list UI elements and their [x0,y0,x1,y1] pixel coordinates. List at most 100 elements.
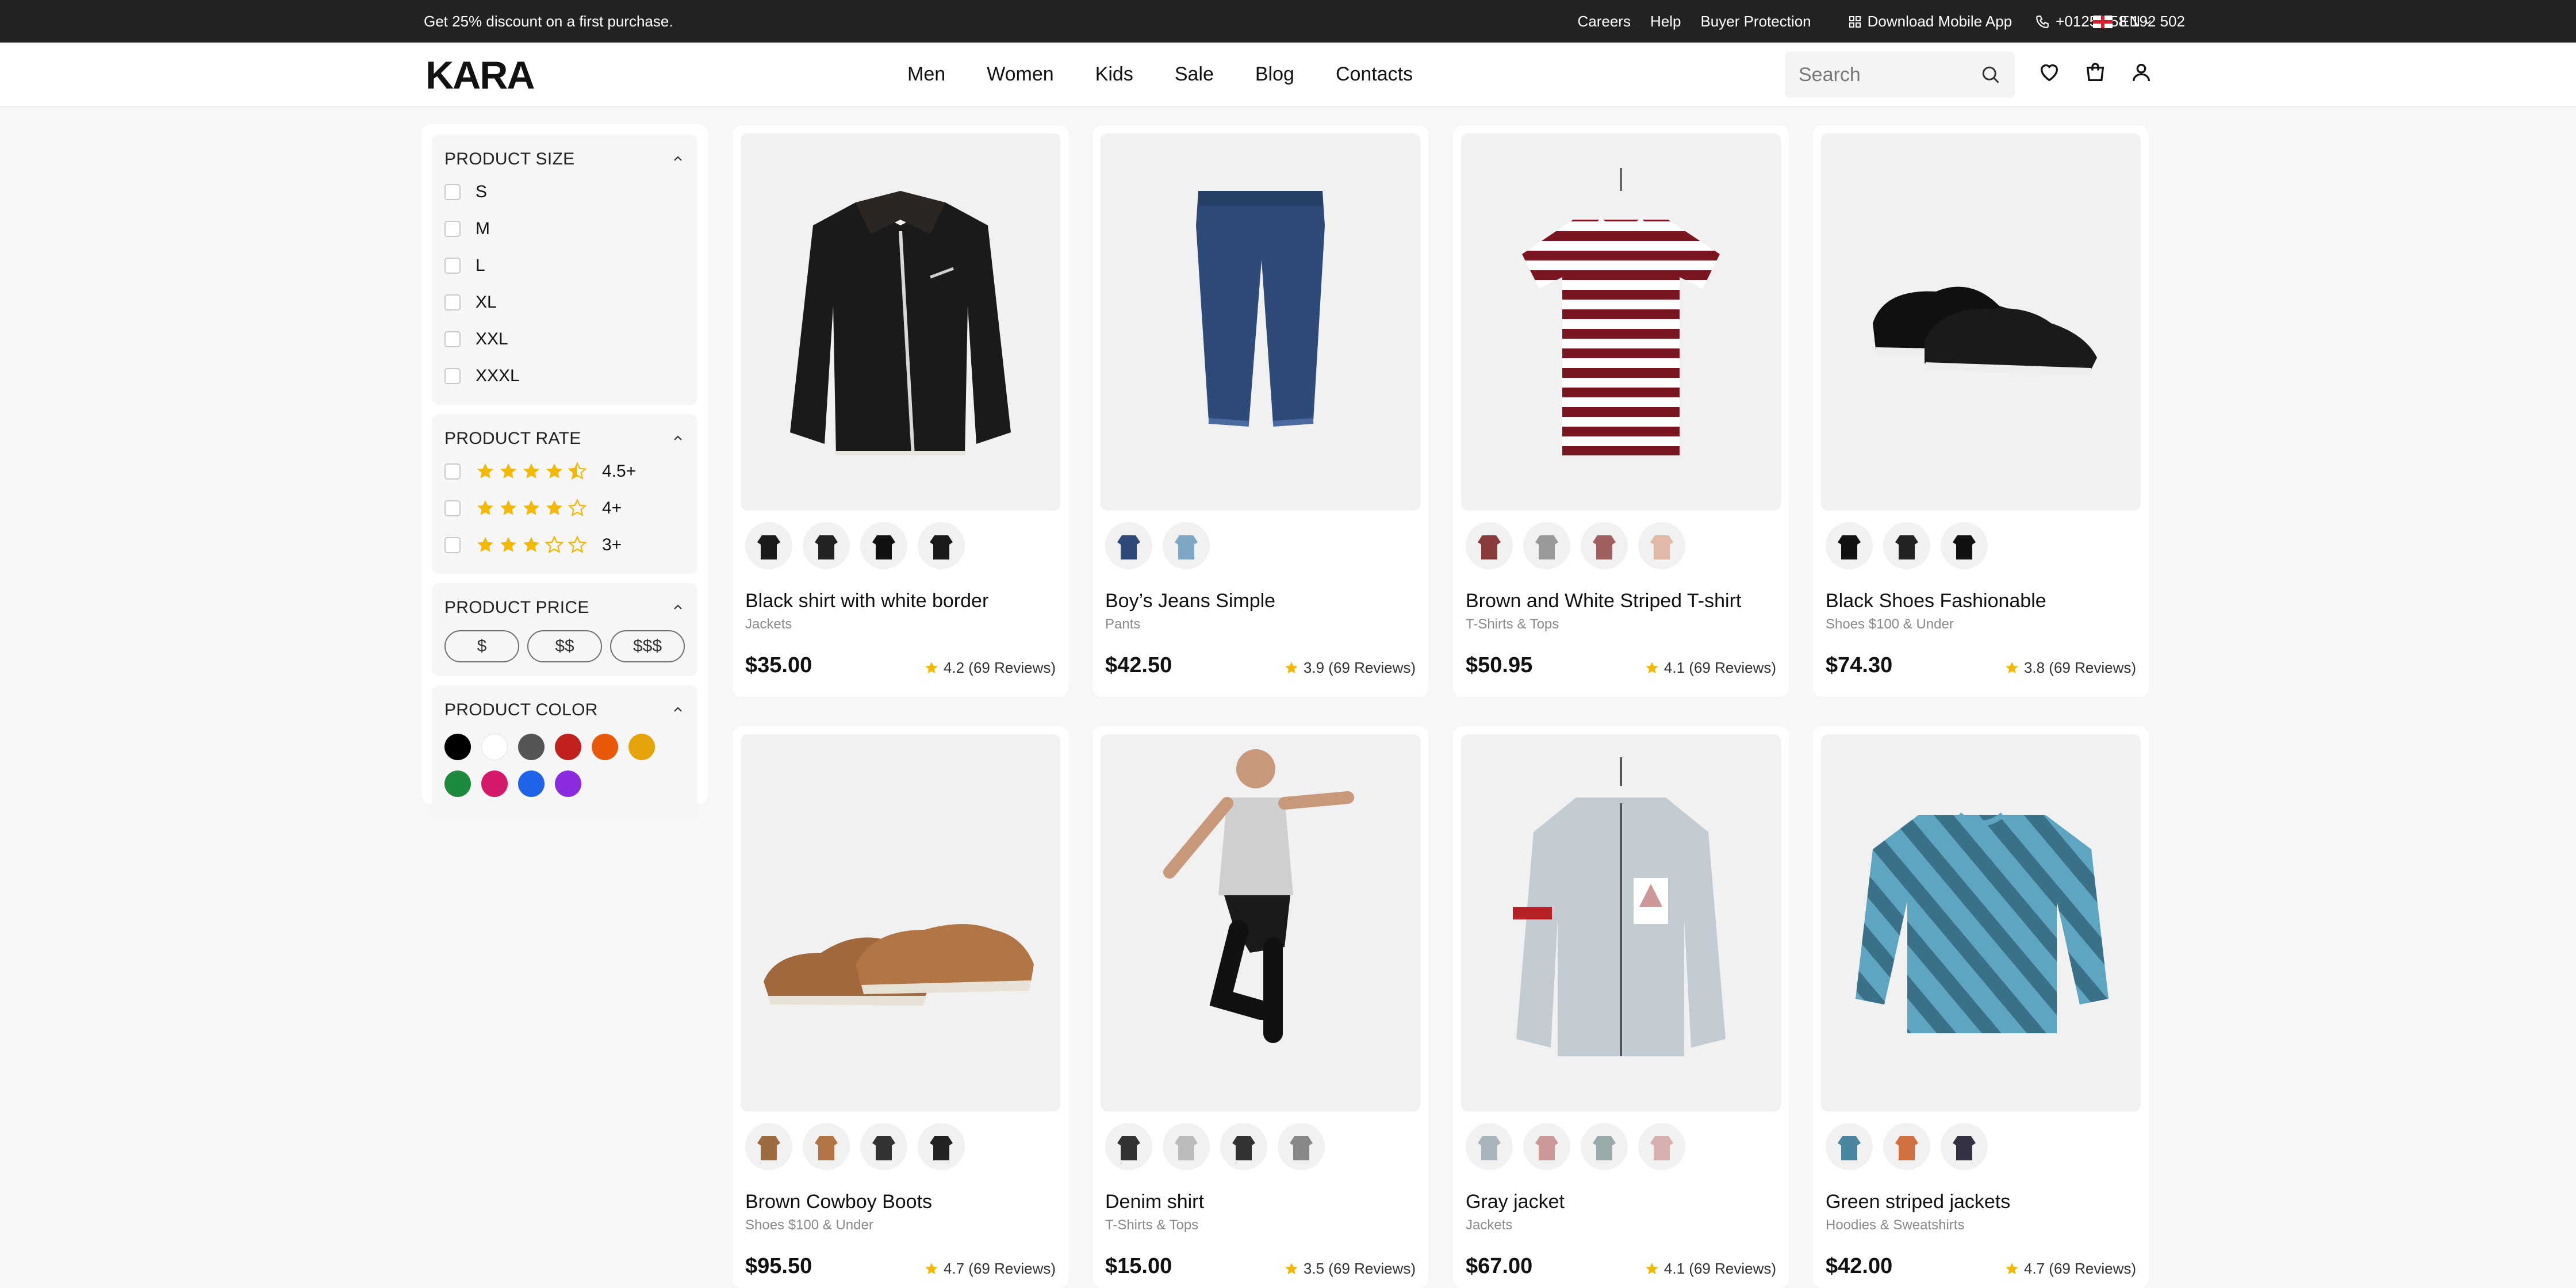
size-option-xl[interactable]: XL [444,284,685,321]
product-thumbnail[interactable] [1826,1123,1873,1170]
product-card[interactable]: Green striped jackets Hoodies & Sweatshir… [1813,726,2149,1288]
product-thumbnail[interactable] [1883,522,1930,569]
rate-option[interactable]: 4+ [444,490,685,527]
checkbox[interactable] [444,500,461,516]
checkbox[interactable] [444,184,461,200]
product-thumbnail[interactable] [1638,1123,1685,1170]
product-thumbnail[interactable] [1466,1123,1513,1170]
color-swatch[interactable] [555,734,581,760]
color-swatch[interactable] [518,770,545,797]
color-swatch[interactable] [481,770,508,797]
chevron-up-icon[interactable] [671,600,685,614]
product-thumbnail[interactable] [803,1123,850,1170]
nav-contacts[interactable]: Contacts [1336,63,1413,86]
checkbox[interactable] [444,294,461,310]
product-thumbnail[interactable] [745,1123,792,1170]
color-swatch[interactable] [444,770,471,797]
checkbox[interactable] [444,221,461,237]
product-thumbnail[interactable] [803,522,850,569]
product-card[interactable]: Brown and White Striped T-shirt T-Shirts … [1453,125,1789,697]
product-card[interactable]: Black Shoes Fashionable Shoes $100 & Unde… [1813,125,2149,697]
product-image[interactable] [1461,734,1781,1111]
product-thumbnail[interactable] [860,522,907,569]
product-image[interactable] [1101,734,1420,1111]
product-thumbnail[interactable] [1163,1123,1210,1170]
help-link[interactable]: Help [1650,13,1681,30]
product-thumbnail[interactable] [1941,522,1988,569]
chevron-up-icon[interactable] [671,431,685,445]
nav-women[interactable]: Women [987,63,1054,86]
search-input[interactable] [1785,52,1969,98]
nav-sale[interactable]: Sale [1175,63,1214,86]
product-thumbnail[interactable] [1105,522,1152,569]
heart-icon[interactable] [2038,61,2061,84]
color-swatch[interactable] [518,734,545,760]
size-option-l[interactable]: L [444,247,685,284]
product-thumbnail[interactable] [745,522,792,569]
price-low-button[interactable]: $ [444,630,519,662]
product-title[interactable]: Brown Cowboy Boots [745,1191,932,1213]
user-icon[interactable] [2130,61,2153,84]
product-title[interactable]: Green striped jackets [1826,1191,2010,1213]
nav-blog[interactable]: Blog [1255,63,1294,86]
product-title[interactable]: Gray jacket [1466,1191,1565,1213]
size-option-s[interactable]: S [444,174,685,210]
product-thumbnail[interactable] [918,1123,965,1170]
product-thumbnail[interactable] [1523,522,1570,569]
product-card[interactable]: Brown Cowboy Boots Shoes $100 & Under $95.… [733,726,1068,1288]
product-title[interactable]: Brown and White Striped T-shirt [1466,590,1741,612]
cart-icon[interactable] [2084,61,2107,84]
product-thumbnail[interactable] [1826,522,1873,569]
checkbox[interactable] [444,537,461,553]
product-thumbnail[interactable] [918,522,965,569]
product-image[interactable] [741,734,1060,1111]
color-swatch[interactable] [444,734,471,760]
checkbox[interactable] [444,368,461,384]
download-app-link[interactable]: Download Mobile App [1848,13,2012,30]
product-image[interactable] [741,133,1060,511]
color-swatch[interactable] [481,734,508,760]
color-swatch[interactable] [555,770,581,797]
product-image[interactable] [1461,133,1781,511]
buyer-protection-link[interactable]: Buyer Protection [1700,13,1811,30]
product-thumbnail[interactable] [1105,1123,1152,1170]
product-thumbnail[interactable] [1581,522,1628,569]
product-image[interactable] [1821,133,2141,511]
logo[interactable]: KARA [425,53,540,97]
color-swatch[interactable] [628,734,655,760]
nav-men[interactable]: Men [907,63,945,86]
product-thumbnail[interactable] [1638,522,1685,569]
product-card[interactable]: Denim shirt T-Shirts & Tops $15.00 3.5 (69 … [1092,726,1428,1288]
size-option-m[interactable]: M [444,210,685,247]
nav-kids[interactable]: Kids [1095,63,1133,86]
rate-option[interactable]: 3+ [444,527,685,564]
product-title[interactable]: Black shirt with white border [745,590,988,612]
product-card[interactable]: Black shirt with white border Jackets $35.… [733,125,1068,697]
price-high-button[interactable]: $$$ [610,630,685,662]
product-thumbnail[interactable] [1466,522,1513,569]
product-title[interactable]: Boy’s Jeans Simple [1105,590,1275,612]
color-swatch[interactable] [592,734,618,760]
product-thumbnail[interactable] [1941,1123,1988,1170]
product-card[interactable]: Gray jacket Jackets $67.00 4.1 (69 Reviews) [1453,726,1789,1288]
size-option-xxl[interactable]: XXL [444,321,685,358]
product-title[interactable]: Denim shirt [1105,1191,1204,1213]
product-thumbnail[interactable] [1523,1123,1570,1170]
rate-option[interactable]: 4.5+ [444,453,685,490]
product-thumbnail[interactable] [1163,522,1210,569]
product-thumbnail[interactable] [1220,1123,1267,1170]
product-thumbnail[interactable] [860,1123,907,1170]
careers-link[interactable]: Careers [1577,13,1630,30]
checkbox[interactable] [444,258,461,274]
price-mid-button[interactable]: $$ [527,630,602,662]
checkbox[interactable] [444,331,461,347]
language-selector[interactable]: EN [2093,13,2153,30]
product-thumbnail[interactable] [1883,1123,1930,1170]
chevron-up-icon[interactable] [671,152,685,166]
product-card[interactable]: Boy’s Jeans Simple Pants $42.50 3.9 (69 Rev… [1092,125,1428,697]
size-option-xxxl[interactable]: XXXL [444,358,685,394]
product-thumbnail[interactable] [1581,1123,1628,1170]
chevron-up-icon[interactable] [671,703,685,716]
product-thumbnail[interactable] [1278,1123,1325,1170]
product-title[interactable]: Black Shoes Fashionable [1826,590,2046,612]
